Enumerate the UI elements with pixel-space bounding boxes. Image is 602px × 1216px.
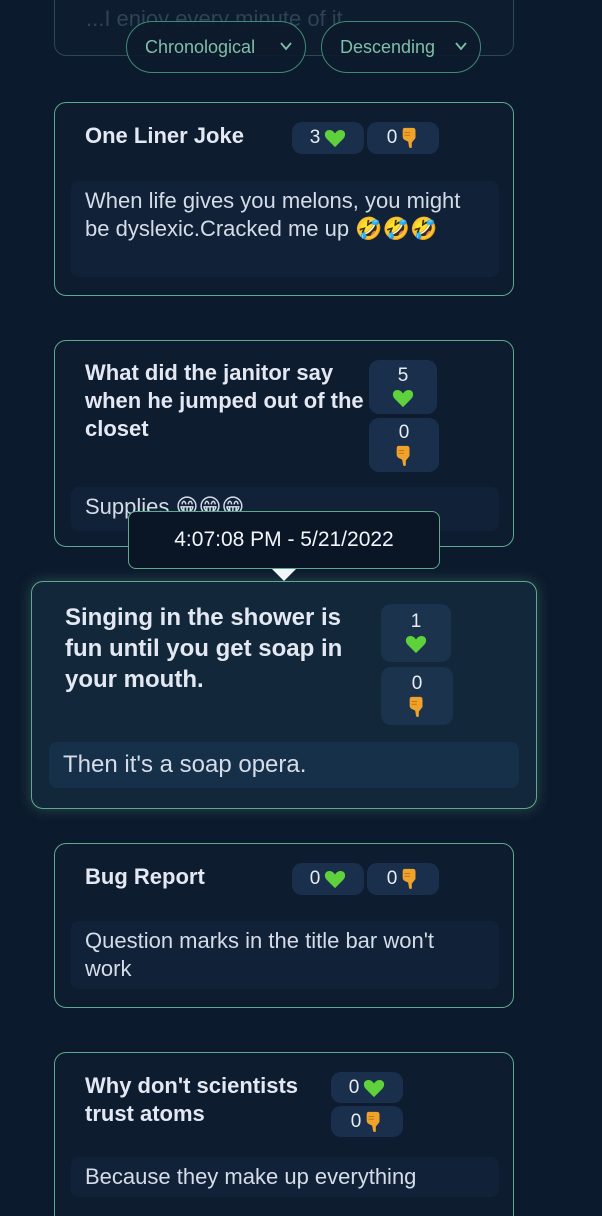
like-button[interactable]: 3	[292, 122, 364, 154]
post-body: Because they make up everything	[71, 1157, 499, 1197]
post-title: What did the janitor say when he jumped …	[85, 360, 364, 441]
sort-order-select[interactable]: Chronological	[126, 21, 306, 73]
post-title: Bug Report	[85, 864, 205, 889]
like-count: 0	[348, 1076, 360, 1098]
chevron-down-icon	[279, 39, 293, 53]
post-card-hovered[interactable]: Singing in the shower is fun until you g…	[31, 581, 537, 809]
dislike-count: 0	[411, 673, 423, 694]
green-heart-icon	[405, 634, 427, 654]
green-heart-icon	[392, 388, 414, 408]
like-count: 0	[309, 868, 321, 889]
sort-direction-select[interactable]: Descending	[321, 21, 481, 73]
dislike-count: 0	[386, 127, 398, 148]
thumbs-down-icon	[408, 696, 426, 718]
post-body: When life gives you melons, you might be…	[71, 181, 499, 277]
dislike-button[interactable]: 0	[369, 418, 439, 472]
green-heart-icon	[324, 128, 346, 148]
dislike-button[interactable]: 0	[331, 1106, 403, 1137]
chevron-down-icon	[454, 39, 468, 53]
post-title: Singing in the shower is fun until you g…	[65, 604, 343, 693]
post-title: One Liner Joke	[85, 123, 244, 148]
like-button[interactable]: 0	[292, 863, 364, 895]
post-card[interactable]: Bug Report 0 0 Question marks in the tit…	[54, 843, 514, 1008]
like-button[interactable]: 5	[369, 360, 437, 414]
like-button[interactable]: 1	[381, 604, 451, 662]
dislike-button[interactable]: 0	[367, 863, 439, 895]
thumbs-down-icon	[401, 127, 419, 149]
green-heart-icon	[363, 1078, 385, 1098]
post-title: Why don't scientists trust atoms	[85, 1073, 299, 1126]
like-count: 3	[309, 127, 321, 148]
dislike-button[interactable]: 0	[381, 667, 453, 725]
thumbs-down-icon	[401, 868, 419, 890]
tooltip-arrow	[272, 569, 296, 581]
dislike-count: 0	[386, 868, 398, 889]
post-card[interactable]: Why don't scientists trust atoms 0 0 Bec…	[54, 1052, 514, 1216]
thumbs-down-icon	[395, 445, 413, 467]
thumbs-down-icon	[365, 1111, 383, 1133]
post-body: Then it's a soap opera.	[49, 742, 519, 788]
like-count: 1	[410, 611, 422, 632]
dislike-button[interactable]: 0	[367, 122, 439, 154]
like-count: 5	[397, 365, 409, 386]
like-button[interactable]: 0	[331, 1072, 403, 1103]
timestamp-tooltip: 4:07:08 PM - 5/21/2022	[128, 511, 440, 569]
dislike-count: 0	[350, 1110, 362, 1132]
post-card[interactable]: One Liner Joke 3 0 When life gives you m…	[54, 102, 514, 296]
dislike-count: 0	[398, 422, 410, 443]
post-body: Question marks in the title bar won't wo…	[71, 921, 499, 989]
timestamp-text: 4:07:08 PM - 5/21/2022	[174, 528, 394, 551]
sort-order-label: Chronological	[145, 36, 256, 57]
green-heart-icon	[324, 869, 346, 889]
sort-direction-label: Descending	[340, 36, 436, 57]
